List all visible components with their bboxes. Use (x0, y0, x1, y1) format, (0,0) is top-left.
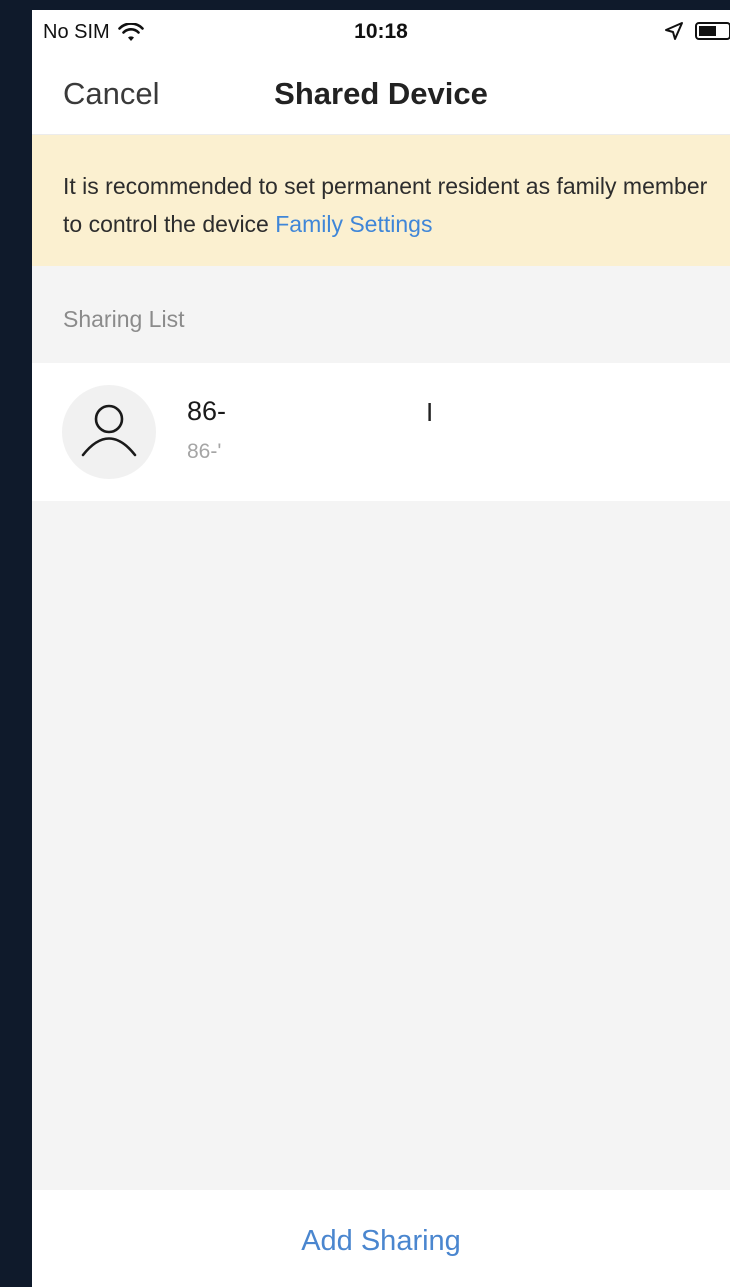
status-right (664, 20, 730, 42)
page-title: Shared Device (274, 76, 488, 111)
phone-screen: No SIM 10:18 Cancel Shared Device It is … (32, 10, 730, 1287)
avatar (62, 385, 156, 479)
list-item-title: 86- (187, 396, 227, 426)
notice-text: It is recommended to set permanent resid… (63, 167, 713, 243)
nav-bar: Cancel Shared Device (32, 56, 730, 135)
family-settings-link[interactable]: Family Settings (275, 211, 432, 237)
location-arrow-icon (665, 22, 683, 40)
sharing-list-header: Sharing List (63, 306, 185, 332)
status-bar: No SIM 10:18 (32, 10, 730, 56)
list-item-title-suffix: I (426, 397, 434, 427)
battery-icon (695, 22, 730, 40)
list-item-subtitle: 86-' (187, 440, 222, 463)
user-icon (81, 404, 137, 457)
notice-banner: It is recommended to set permanent resid… (32, 135, 730, 266)
list-item[interactable]: 86- I 86-' (32, 363, 730, 501)
bottom-bar: Add Sharing (32, 1190, 730, 1287)
add-sharing-button[interactable]: Add Sharing (32, 1225, 730, 1258)
status-time: 10:18 (354, 20, 408, 43)
